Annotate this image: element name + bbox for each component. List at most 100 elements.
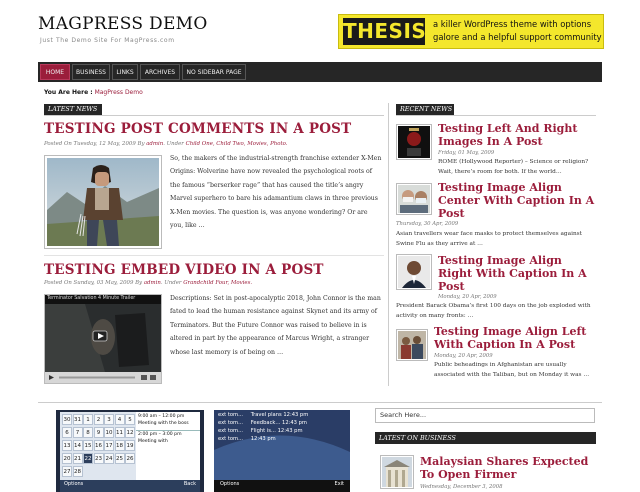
building-image (382, 457, 412, 487)
obama-portrait-image (398, 256, 430, 288)
calendar-day-cell[interactable]: 6 (62, 427, 72, 438)
phone-messages-screenshot[interactable]: ext tom... Travel plans 12:43 pm ext tom… (214, 410, 350, 492)
calendar-event-label: Meeting with (138, 439, 168, 444)
bottom-rule (38, 402, 602, 403)
post-author-link[interactable]: admin (146, 141, 163, 147)
recent-post-excerpt: ROME (Hollywood Reporter) – Science or r… (438, 159, 589, 175)
business-post-title[interactable]: Malaysian Shares Expected To Open Firmer (420, 455, 596, 481)
calendar-day-cell[interactable]: 19 (125, 440, 135, 451)
calendar-day-cell[interactable]: 18 (114, 440, 125, 451)
calendar-day-cell[interactable]: 22 (83, 453, 93, 464)
ad-logo: THESIS (343, 18, 427, 45)
latest-news-rule (44, 115, 384, 116)
post-excerpt: Descriptions: Set in post-apocalyptic 20… (170, 295, 381, 356)
message-body: ext tom... (218, 412, 244, 418)
nav-no-sidebar-page[interactable]: NO SIDEBAR PAGE (182, 64, 246, 80)
breadcrumb-current[interactable]: MagPress Demo (95, 89, 143, 96)
recent-post-title[interactable]: Testing Left And Right Images In A Post (438, 122, 598, 148)
calendar-events: 9:00 am – 12:00 pm Meeting with the boss… (138, 413, 200, 445)
recent-thumb-afghanistan[interactable] (396, 329, 428, 361)
main-nav: HOME BUSINESS LINKS ARCHIVES NO SIDEBAR … (38, 62, 602, 82)
post-meta: Posted On Tuesday, 12 May, 2009 By admin… (44, 141, 288, 147)
calendar-day-cell[interactable]: 4 (114, 414, 125, 425)
calendar-day-cell[interactable]: 9 (93, 427, 104, 438)
breadcrumb: You Are Here : MagPress Demo (44, 89, 143, 96)
calendar-day-cell[interactable]: 16 (93, 440, 104, 451)
post-thumbnail-wolverine[interactable] (44, 155, 162, 249)
calendar-day-cell[interactable]: 5 (125, 414, 135, 425)
softkey-options[interactable]: Options (220, 481, 239, 487)
softkey-options[interactable]: Options (64, 481, 83, 487)
face-masks-image (398, 185, 430, 213)
nav-home[interactable]: HOME (40, 64, 70, 80)
calendar-day-cell[interactable]: 12 (125, 427, 135, 438)
calendar-day-cell[interactable]: 28 (72, 466, 83, 477)
business-thumb[interactable] (380, 455, 414, 489)
embedded-video-player[interactable]: Terminator Salvation 4 Minute Trailer (44, 294, 162, 384)
calendar-day-cell[interactable]: 31 (72, 414, 83, 425)
post-meta-under: . Under (160, 280, 182, 286)
message-from: Flight is... 12:43 pm (250, 428, 303, 434)
ad-text: a killer WordPress theme with options ga… (433, 19, 602, 42)
thesis-ad-banner[interactable]: THESIS a killer WordPress theme with opt… (338, 14, 604, 49)
calendar-day-cell[interactable]: 17 (104, 440, 114, 451)
message-row[interactable]: ext tom... Travel plans 12:43 pm (218, 411, 346, 419)
calendar-day-cell[interactable]: 30 (62, 414, 72, 425)
calendar-day-cell[interactable]: 3 (104, 414, 114, 425)
recent-post-title[interactable]: Testing Image Align Left With Caption In… (434, 325, 598, 351)
search-input[interactable]: Search Here... (375, 408, 595, 423)
column-separator (388, 103, 389, 386)
wolverine-image (47, 158, 159, 246)
calendar-day-cell[interactable]: 27 (62, 466, 72, 477)
calendar-day-cell[interactable]: 25 (114, 453, 125, 464)
calendar-day-cell[interactable]: 26 (125, 453, 135, 464)
post-divider (44, 255, 384, 256)
nav-archives[interactable]: ARCHIVES (140, 64, 180, 80)
recent-thumb-angels[interactable] (396, 124, 432, 160)
message-body: ext tom... (218, 436, 244, 442)
calendar-day-cell[interactable]: 7 (72, 427, 83, 438)
calendar-event-time: 2:00 pm – 3:00 pm (138, 432, 182, 437)
nav-business[interactable]: BUSINESS (72, 64, 110, 80)
recent-post-title[interactable]: Testing Image Align Right With Caption I… (438, 254, 598, 293)
calendar-day-cell[interactable]: 23 (93, 453, 104, 464)
latest-business-label: LATEST ON BUSINESS (375, 432, 596, 444)
message-row[interactable]: ext tom... Flight is... 12:43 pm (218, 427, 346, 435)
calendar-day-cell[interactable]: 15 (83, 440, 93, 451)
messages-list: ext tom... Travel plans 12:43 pm ext tom… (218, 411, 346, 443)
recent-post-title[interactable]: Testing Image Align Center With Caption … (438, 181, 598, 220)
recent-thumb-masks[interactable] (396, 183, 432, 215)
calendar-day-cell[interactable]: 20 (62, 453, 72, 464)
post-categories-link[interactable]: Child One, Child Two, Movies, Photo. (186, 141, 288, 147)
latest-news-label: LATEST NEWS (44, 104, 102, 115)
phone-calendar-screenshot[interactable]: 30 31 1 2 3 4 5 6 7 8 9 10 11 12 13 14 15 16 17 18 19 20 21 22 2… (56, 410, 204, 492)
post-meta-date: Posted On Tuesday, 12 May, 2009 By (44, 141, 145, 147)
post-meta: Posted On Sunday, 03 May, 2009 By admin.… (44, 280, 252, 286)
message-row[interactable]: ext tom... 12:43 pm (218, 435, 346, 443)
post-title[interactable]: TESTING POST COMMENTS IN A POST (44, 121, 351, 137)
calendar-day-cell[interactable]: 11 (114, 427, 125, 438)
post-meta-date: Posted On Sunday, 03 May, 2009 By (44, 280, 143, 286)
recent-thumb-obama[interactable] (396, 254, 432, 290)
post-meta-under: . Under (163, 141, 184, 147)
calendar-day-cell[interactable]: 24 (104, 453, 114, 464)
calendar-day-cell[interactable]: 21 (72, 453, 83, 464)
softkey-exit[interactable]: Exit (335, 481, 344, 487)
softkey-back[interactable]: Back (184, 481, 196, 487)
recent-news-rule (396, 115, 596, 116)
calendar-day-cell[interactable]: 2 (93, 414, 104, 425)
nav-links[interactable]: LINKS (112, 64, 138, 80)
calendar-day-cell[interactable]: 14 (72, 440, 83, 451)
video-frame (45, 304, 161, 383)
recent-post-date: Monday, 20 Apr, 2009 (438, 294, 497, 300)
calendar-day-cell[interactable]: 13 (62, 440, 72, 451)
post-categories-link[interactable]: Grandchild Four, Movies. (183, 280, 252, 286)
calendar-day-cell[interactable]: 1 (83, 414, 93, 425)
calendar-day-cell[interactable]: 10 (104, 427, 114, 438)
site-title[interactable]: MAGPRESS DEMO (38, 14, 208, 34)
message-row[interactable]: ext tom... Feedback... 12:43 pm (218, 419, 346, 427)
post-author-link[interactable]: admin (144, 280, 161, 286)
calendar-day-cell[interactable]: 8 (83, 427, 93, 438)
message-from: Feedback... 12:43 pm (250, 420, 307, 426)
post-title[interactable]: TESTING EMBED VIDEO IN A POST (44, 262, 324, 278)
